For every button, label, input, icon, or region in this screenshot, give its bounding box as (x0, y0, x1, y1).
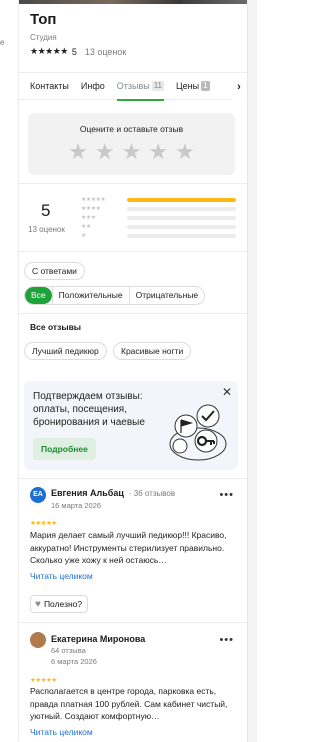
review-author[interactable]: Екатерина Миронова (51, 634, 145, 644)
distribution-row: ★★★★ (81, 204, 236, 213)
photo-strip[interactable] (19, 0, 247, 4)
tag-chip-beautiful-nails[interactable]: Красивые ногти (113, 342, 192, 360)
tab-bar: Контакты Инфо Отзывы 11 Цены 1 › (19, 72, 247, 101)
verified-reviews-banner: Подтверждаем отзывы: оплаты, посещения, … (24, 381, 238, 470)
segment-negative[interactable]: Отрицательные (128, 287, 205, 304)
rate-prompt-label: Оцените и оставьте отзыв (79, 124, 184, 134)
star-icon-2[interactable]: ★ (95, 139, 115, 165)
tab-prices-count: 1 (201, 81, 210, 91)
heart-icon: ♥ (35, 599, 41, 610)
chevron-right-icon[interactable]: › (232, 73, 246, 101)
distribution-row: ★★★ (81, 213, 236, 222)
review-text: Располагается в центре города, парковка … (30, 686, 228, 721)
divider (19, 313, 247, 314)
scrollbar[interactable] (247, 0, 257, 742)
useful-button[interactable]: ♥ Полезно? (30, 595, 89, 613)
background-text-fragment: е (0, 38, 5, 47)
review-author-count: 64 отзыва (51, 646, 86, 655)
tab-prices[interactable]: Цены 1 (176, 72, 210, 100)
review-stars-icon: ★★★★★ (30, 677, 57, 684)
place-title: Топ (30, 11, 57, 28)
more-options-icon[interactable]: ••• (219, 634, 234, 646)
tab-reviews[interactable]: Отзывы 11 (116, 72, 165, 101)
rating-value: 5 (71, 46, 77, 57)
star-icon-1[interactable]: ★ (68, 139, 88, 165)
distribution-row: ★★ (81, 222, 236, 231)
sentiment-segmented-control: Все Положительные Отрицательные (24, 286, 206, 305)
review-text: Мария делает самый лучший педикюр!!! Кра… (30, 530, 227, 565)
tag-chip-best-pedicure[interactable]: Лучший педикюр (24, 342, 107, 360)
more-options-icon[interactable]: ••• (219, 489, 234, 501)
review-author-count: · 36 отзывов (128, 489, 176, 498)
avatar[interactable]: ЕА (30, 487, 46, 503)
distribution-row: ★ (81, 231, 236, 240)
star-icon-5[interactable]: ★ (175, 139, 195, 165)
ratings-count: 13 оценок (84, 46, 127, 57)
review-date: 16 марта 2026 (51, 501, 102, 510)
filter-with-answers-chip[interactable]: С ответами (24, 262, 85, 280)
rate-and-review-box: Оцените и оставьте отзыв ★ ★ ★ ★ ★ (28, 113, 235, 175)
verified-badges-illustration (169, 404, 227, 461)
rating-stars-icon: ★★★★★ (30, 46, 68, 56)
distribution-row: ★★★★★ (81, 195, 236, 204)
tab-info[interactable]: Инфо (81, 72, 105, 100)
rate-stars-row: ★ ★ ★ ★ ★ (28, 139, 235, 165)
background-page-strip: е (0, 0, 18, 742)
avatar[interactable] (30, 632, 46, 648)
segment-all[interactable]: Все (25, 287, 52, 304)
segment-positive[interactable]: Положительные (51, 287, 129, 304)
rating-distribution: ★★★★★ ★★★★ ★★★ ★★ ★ (81, 195, 236, 240)
divider (19, 478, 247, 479)
review-stars-icon: ★★★★★ (30, 520, 57, 527)
star-icon-3[interactable]: ★ (122, 139, 142, 165)
divider (19, 183, 247, 184)
divider (19, 251, 247, 252)
promo-more-button[interactable]: Подробнее (33, 438, 96, 460)
rating-summary: 5 13 оценок ★★★★★ ★★★★ ★★★ ★★ ★ (19, 190, 247, 246)
review-author[interactable]: Евгения Альбац · 36 отзывов (51, 488, 175, 498)
read-more-link[interactable]: Читать целиком (30, 727, 93, 737)
all-reviews-heading: Все отзывы (30, 322, 82, 332)
place-category: Студия (30, 33, 57, 42)
read-more-link[interactable]: Читать целиком (30, 571, 93, 581)
place-card-panel: Топ Студия ★★★★★ 5 13 оценок Контакты Ин… (18, 0, 247, 742)
star-icon-4[interactable]: ★ (148, 139, 168, 165)
promo-text: Подтверждаем отзывы: оплаты, посещения, … (33, 391, 145, 428)
review-date: 6 марта 2026 (51, 657, 97, 666)
summary-score: 5 (41, 201, 51, 220)
place-rating[interactable]: ★★★★★ 5 13 оценок (30, 46, 126, 57)
summary-caption: 13 оценок (28, 225, 65, 234)
divider (19, 622, 247, 623)
tab-reviews-count: 11 (151, 81, 165, 91)
tab-contacts[interactable]: Контакты (30, 72, 69, 100)
